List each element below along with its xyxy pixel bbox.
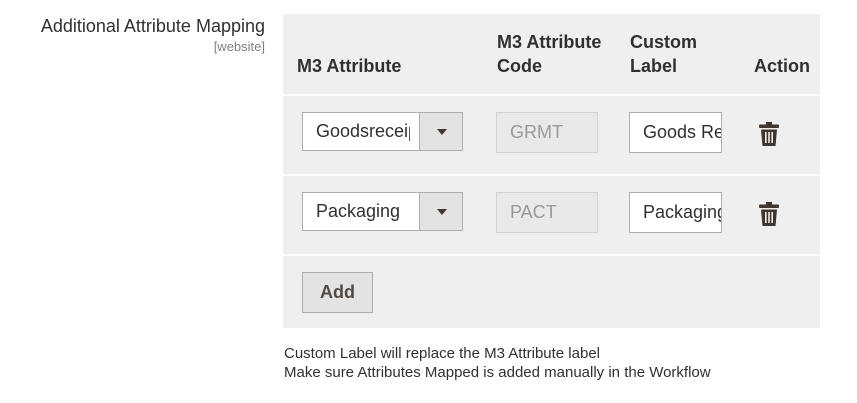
help-note-line: Custom Label will replace the M3 Attribu… [284, 345, 600, 362]
m3-attribute-select[interactable]: Goodsreceipt [302, 112, 463, 151]
help-note: Custom Label will replace the M3 Attribu… [284, 344, 711, 382]
m3-attribute-select-value: Goodsreceipt [316, 121, 410, 141]
m3-attribute-code-field[interactable]: GRMT [496, 112, 598, 153]
m3-attribute-select-value: Packaging [316, 201, 401, 221]
header-m3-attribute-code-line2: Code [497, 56, 542, 76]
field-scope: [website] [213, 39, 265, 54]
header-custom-label-line1: Custom [630, 32, 697, 52]
custom-label-input[interactable]: Goods Receipt [629, 112, 722, 153]
custom-label-input[interactable]: Packaging [629, 192, 722, 233]
trash-icon[interactable] [759, 122, 779, 146]
add-row: Add [283, 254, 820, 328]
m3-attribute-select[interactable]: Packaging [302, 192, 463, 231]
chevron-down-icon[interactable] [419, 193, 462, 230]
field-label: Additional Attribute Mapping [website] [0, 14, 265, 55]
m3-attribute-code-field[interactable]: PACT [496, 192, 598, 233]
header-m3-attribute: M3 Attribute [297, 56, 402, 76]
trash-icon[interactable] [759, 202, 779, 226]
header-custom-label-line2: Label [630, 56, 678, 76]
header-action: Action [754, 56, 810, 76]
chevron-down-icon[interactable] [419, 113, 462, 150]
add-button[interactable]: Add [302, 272, 373, 313]
help-note-line: Make sure Attributes Mapped is added man… [284, 364, 711, 381]
header-m3-attribute-code-line1: M3 Attribute [497, 32, 602, 52]
table-row: Packaging PACT Packaging [283, 174, 820, 254]
table-row: Goodsreceipt GRMT Goods Receipt [283, 94, 820, 174]
attribute-mapping-grid: M3 Attribute M3 Attribute Code Custom La… [283, 14, 820, 328]
field-title: Additional Attribute Mapping [40, 16, 265, 36]
grid-header: M3 Attribute M3 Attribute Code Custom La… [283, 14, 820, 94]
